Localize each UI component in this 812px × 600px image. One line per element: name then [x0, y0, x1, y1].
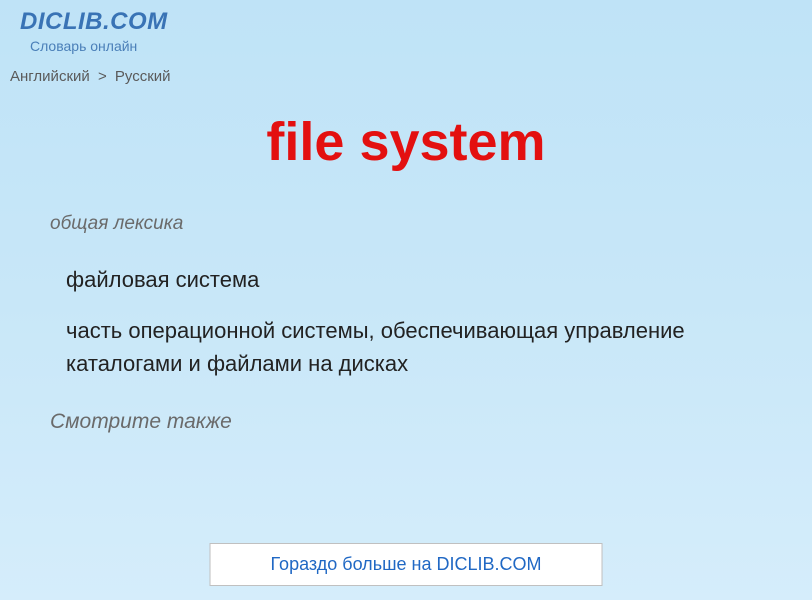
entry-content: общая лексика файловая система часть опе… — [0, 213, 812, 434]
entry-category: общая лексика — [50, 213, 762, 235]
breadcrumb: Английский > Русский — [0, 58, 812, 91]
site-subtitle: Словарь онлайн — [20, 38, 792, 54]
see-also-label: Смотрите также — [50, 410, 762, 434]
more-link-banner[interactable]: Гораздо больше на DICLIB.COM — [210, 543, 603, 586]
breadcrumb-to[interactable]: Русский — [115, 68, 171, 85]
definition-item: файловая система — [50, 263, 762, 296]
breadcrumb-separator: > — [98, 68, 107, 85]
header: DICLIB.COM Словарь онлайн — [0, 0, 812, 58]
breadcrumb-from[interactable]: Английский — [10, 68, 90, 85]
entry-term: file system — [0, 111, 812, 173]
definition-item: часть операционной системы, обеспечивающ… — [50, 314, 762, 380]
site-title[interactable]: DICLIB.COM — [20, 8, 792, 36]
